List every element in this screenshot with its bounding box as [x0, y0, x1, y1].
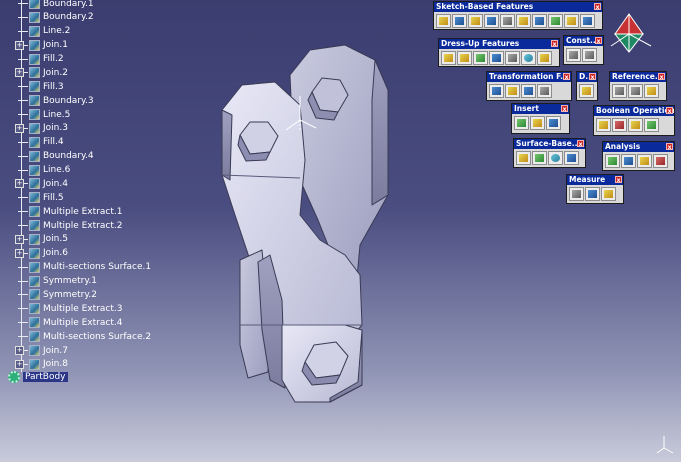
close-icon[interactable]: x	[666, 107, 673, 115]
toolbar-title: Dress-Up Features x	[439, 39, 559, 49]
close-icon[interactable]: x	[666, 143, 673, 151]
thick-surface-icon[interactable]	[532, 151, 547, 165]
pocket-icon[interactable]	[452, 14, 467, 28]
toolbar-surface-based-features: Surface-Base... x	[513, 138, 586, 168]
body-icon[interactable]	[514, 116, 529, 130]
measure-inertia-icon[interactable]	[601, 187, 616, 201]
close-icon[interactable]: x	[589, 73, 596, 81]
constraint-icon[interactable]	[566, 48, 581, 62]
close-icon[interactable]: x	[615, 176, 622, 184]
toolbar-title: Surface-Base... x	[514, 139, 585, 149]
toolbar-title: Boolean Operations x	[594, 106, 674, 116]
multi-sections-solid-icon[interactable]	[564, 14, 579, 28]
add-icon[interactable]	[612, 118, 627, 132]
union-trim-icon[interactable]	[644, 118, 659, 132]
pad-icon[interactable]	[436, 14, 451, 28]
intersect-icon[interactable]	[628, 118, 643, 132]
remove-face-icon[interactable]	[537, 51, 552, 65]
geometrical-set-icon[interactable]	[530, 116, 545, 130]
part-model[interactable]	[221, 44, 389, 403]
draft-icon[interactable]	[473, 51, 488, 65]
thickness-icon[interactable]	[505, 51, 520, 65]
close-surface-icon[interactable]	[548, 151, 563, 165]
toolbar-title: Const... x	[564, 36, 603, 46]
measure-between-icon[interactable]	[569, 187, 584, 201]
chamfer-icon[interactable]	[457, 51, 472, 65]
hole-icon[interactable]	[500, 14, 515, 28]
constraint-defined-icon[interactable]	[582, 48, 597, 62]
toolbar-title: Analysis x	[603, 142, 674, 152]
close-icon[interactable]: x	[594, 3, 601, 11]
ordered-geometrical-set-icon[interactable]	[546, 116, 561, 130]
tap-analysis-icon[interactable]	[637, 154, 652, 168]
mirror-icon[interactable]	[505, 84, 520, 98]
edge-fillet-icon[interactable]	[441, 51, 456, 65]
assemble-icon[interactable]	[596, 118, 611, 132]
toolbar-title: Measure x	[567, 175, 623, 185]
thread-icon[interactable]	[521, 51, 536, 65]
close-icon[interactable]: x	[658, 73, 665, 81]
toolbar-constraints: Const... x	[563, 35, 604, 65]
draft-analysis-icon[interactable]	[605, 154, 620, 168]
split-icon[interactable]	[516, 151, 531, 165]
axis-triad-icon	[656, 436, 674, 454]
stiffener-icon[interactable]	[548, 14, 563, 28]
close-icon[interactable]: x	[551, 40, 558, 48]
plane-icon[interactable]	[644, 84, 659, 98]
groove-icon[interactable]	[484, 14, 499, 28]
rectangular-pattern-icon[interactable]	[521, 84, 536, 98]
toolbar-analysis: Analysis x	[602, 141, 675, 171]
rib-icon[interactable]	[516, 14, 531, 28]
toolbar-title: Sketch-Based Features x	[434, 2, 602, 12]
close-icon[interactable]: x	[595, 37, 602, 45]
close-icon[interactable]: x	[561, 105, 568, 113]
scaling-icon[interactable]	[537, 84, 552, 98]
toolbar-title: Transformation F... x	[487, 72, 571, 82]
slot-icon[interactable]	[532, 14, 547, 28]
shell-icon[interactable]	[489, 51, 504, 65]
toolbar-reference-elements: Reference... x	[609, 71, 667, 101]
3d-viewport[interactable]	[0, 0, 681, 462]
toolbar-title: Insert x	[512, 104, 569, 114]
toolbar-sketch-based-features: Sketch-Based Features x	[433, 1, 603, 30]
toolbar-dress-up-features: Dress-Up Features x	[438, 38, 560, 67]
close-icon[interactable]: x	[563, 73, 570, 81]
sew-surface-icon[interactable]	[564, 151, 579, 165]
shaft-icon[interactable]	[468, 14, 483, 28]
curvature-analysis-icon[interactable]	[621, 154, 636, 168]
thread-analysis-icon[interactable]	[653, 154, 668, 168]
translation-icon[interactable]	[489, 84, 504, 98]
toolbar-insert: Insert x	[511, 103, 570, 134]
close-icon[interactable]: x	[577, 140, 584, 148]
removed-multi-sections-icon[interactable]	[580, 14, 595, 28]
toolbar-title: Reference... x	[610, 72, 666, 82]
toolbar-d: D... x	[576, 71, 598, 101]
measure-item-icon[interactable]	[585, 187, 600, 201]
compass-icon[interactable]	[609, 10, 657, 58]
toolbar-boolean-operations: Boolean Operations x	[593, 105, 675, 136]
toolbar-measure: Measure x	[566, 174, 624, 204]
line-icon[interactable]	[628, 84, 643, 98]
apply-material-icon[interactable]	[579, 84, 594, 98]
toolbar-title: D... x	[577, 72, 597, 82]
point-icon[interactable]	[612, 84, 627, 98]
toolbar-transformation-features: Transformation F... x	[486, 71, 572, 101]
